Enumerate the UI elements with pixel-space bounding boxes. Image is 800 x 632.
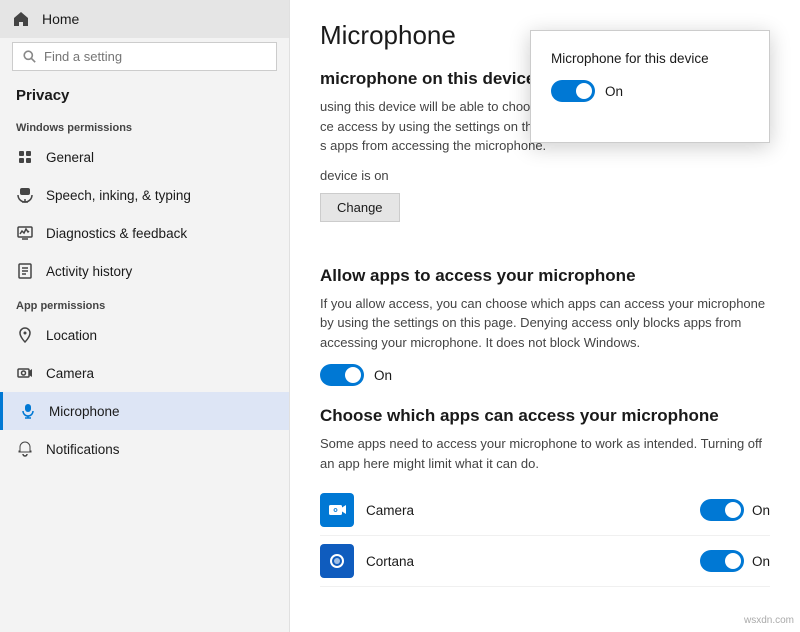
home-label: Home bbox=[42, 11, 79, 27]
windows-permissions-label: Windows permissions bbox=[0, 112, 289, 138]
search-input[interactable] bbox=[44, 49, 266, 64]
sidebar-item-general[interactable]: General bbox=[0, 138, 289, 176]
activity-label: Activity history bbox=[46, 264, 132, 279]
device-on-text: device is on bbox=[320, 168, 770, 183]
choose-apps-section: Choose which apps can access your microp… bbox=[320, 406, 770, 587]
general-label: General bbox=[46, 150, 94, 165]
camera-toggle-thumb bbox=[725, 502, 741, 518]
camera-toggle-row: On bbox=[700, 499, 770, 521]
sidebar-item-diagnostics[interactable]: Diagnostics & feedback bbox=[0, 214, 289, 252]
main-content: Microphone microphone on this device usi… bbox=[290, 0, 800, 632]
sidebar-home[interactable]: Home bbox=[0, 0, 289, 38]
speech-label: Speech, inking, & typing bbox=[46, 188, 191, 203]
toggle-track bbox=[320, 364, 364, 386]
app-item-cortana-left: Cortana bbox=[320, 544, 414, 578]
privacy-heading: Privacy bbox=[0, 79, 289, 112]
camera-icon bbox=[16, 364, 34, 382]
camera-toggle[interactable] bbox=[700, 499, 744, 521]
general-icon bbox=[16, 148, 34, 166]
speech-icon bbox=[16, 186, 34, 204]
sidebar: Home Privacy Windows permissions General bbox=[0, 0, 290, 632]
cortana-toggle[interactable] bbox=[700, 550, 744, 572]
camera-toggle-track bbox=[700, 499, 744, 521]
cortana-toggle-track bbox=[700, 550, 744, 572]
location-label: Location bbox=[46, 328, 97, 343]
notifications-label: Notifications bbox=[46, 442, 120, 457]
modal-toggle-thumb bbox=[576, 83, 592, 99]
activity-icon bbox=[16, 262, 34, 280]
allow-apps-toggle[interactable] bbox=[320, 364, 364, 386]
search-box[interactable] bbox=[12, 42, 277, 71]
home-icon bbox=[12, 10, 30, 28]
change-button[interactable]: Change bbox=[320, 193, 400, 222]
camera-label: Camera bbox=[46, 366, 94, 381]
section3-desc: Some apps need to access your microphone… bbox=[320, 434, 770, 473]
location-icon bbox=[16, 326, 34, 344]
modal-title: Microphone for this device bbox=[551, 51, 749, 66]
allow-apps-section: Allow apps to access your microphone If … bbox=[320, 266, 770, 387]
modal-toggle-row: On bbox=[551, 80, 749, 102]
sidebar-item-location[interactable]: Location bbox=[0, 316, 289, 354]
cortana-app-name: Cortana bbox=[366, 554, 414, 569]
camera-toggle-label: On bbox=[752, 503, 770, 518]
sidebar-item-notifications[interactable]: Notifications bbox=[0, 430, 289, 468]
modal: Microphone for this device On bbox=[530, 30, 770, 143]
allow-apps-toggle-row: On bbox=[320, 364, 770, 386]
modal-toggle-track bbox=[551, 80, 595, 102]
camera-app-name: Camera bbox=[366, 503, 414, 518]
notifications-icon bbox=[16, 440, 34, 458]
cortana-toggle-thumb bbox=[725, 553, 741, 569]
camera-app-icon bbox=[320, 493, 354, 527]
microphone-label: Microphone bbox=[49, 404, 120, 419]
app-item-cortana: Cortana On bbox=[320, 536, 770, 587]
cortana-toggle-label: On bbox=[752, 554, 770, 569]
sidebar-item-speech[interactable]: Speech, inking, & typing bbox=[0, 176, 289, 214]
sidebar-item-camera[interactable]: Camera bbox=[0, 354, 289, 392]
sidebar-item-activity[interactable]: Activity history bbox=[0, 252, 289, 290]
section2-desc: If you allow access, you can choose whic… bbox=[320, 294, 770, 353]
app-permissions-label: App permissions bbox=[0, 290, 289, 316]
diagnostics-label: Diagnostics & feedback bbox=[46, 226, 187, 241]
app-item-camera-left: Camera bbox=[320, 493, 414, 527]
search-icon bbox=[23, 50, 36, 63]
sidebar-item-microphone[interactable]: Microphone bbox=[0, 392, 289, 430]
diagnostics-icon bbox=[16, 224, 34, 242]
section3-heading: Choose which apps can access your microp… bbox=[320, 406, 770, 426]
app-item-camera: Camera On bbox=[320, 485, 770, 536]
cortana-toggle-row: On bbox=[700, 550, 770, 572]
section2-heading: Allow apps to access your microphone bbox=[320, 266, 770, 286]
watermark: wsxdn.com bbox=[744, 615, 794, 626]
allow-apps-toggle-label: On bbox=[374, 368, 392, 383]
cortana-app-icon bbox=[320, 544, 354, 578]
modal-toggle[interactable] bbox=[551, 80, 595, 102]
toggle-thumb bbox=[345, 367, 361, 383]
microphone-sidebar-icon bbox=[19, 402, 37, 420]
modal-toggle-label: On bbox=[605, 84, 623, 99]
